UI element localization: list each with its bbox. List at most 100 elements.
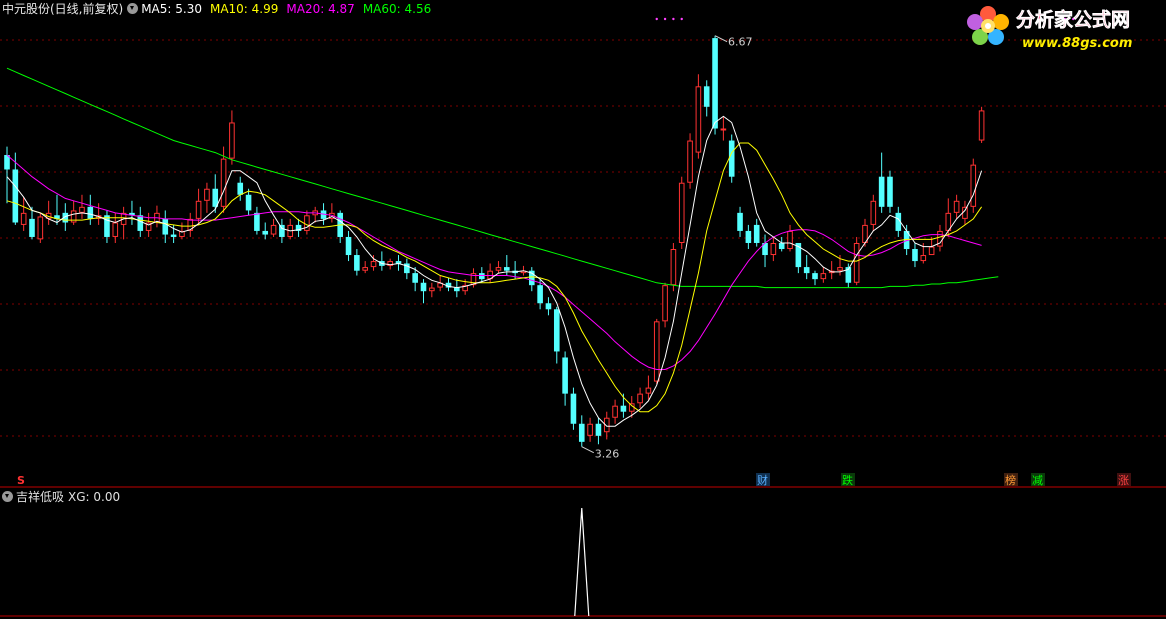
indicator-header: 吉祥低吸 XG: 0.00 xyxy=(2,490,120,504)
candle-body-up xyxy=(79,206,85,213)
candle-body-down xyxy=(712,38,718,129)
candle-body-up xyxy=(653,321,660,382)
event-badge: 涨 xyxy=(1118,474,1129,487)
candle xyxy=(545,297,552,316)
candle xyxy=(687,133,693,189)
candle-body-up xyxy=(370,261,377,268)
candle xyxy=(445,277,452,292)
candle xyxy=(312,206,319,223)
candle xyxy=(645,375,652,400)
candle xyxy=(703,80,710,117)
event-badge: 跌 xyxy=(842,473,853,487)
candle-body-down xyxy=(454,287,460,292)
candle-body-up xyxy=(770,242,777,256)
candle xyxy=(953,194,960,219)
candle xyxy=(379,251,385,271)
event-badge: 榜 xyxy=(1005,473,1016,487)
candle xyxy=(678,176,685,250)
candle xyxy=(254,206,260,235)
ma10-line xyxy=(6,142,983,413)
candle xyxy=(362,261,368,274)
candle-body-up xyxy=(787,230,793,250)
candle-body-up xyxy=(920,255,927,262)
candle-body-down xyxy=(12,169,19,223)
candle xyxy=(803,255,810,280)
candle xyxy=(812,270,818,286)
indicator-name: 吉祥低吸 xyxy=(16,490,65,504)
candle-body-down xyxy=(878,176,885,207)
candle xyxy=(737,206,743,237)
candle xyxy=(962,200,968,225)
marker-dot xyxy=(680,17,683,21)
candle xyxy=(728,134,735,183)
candle-body-down xyxy=(87,206,94,219)
candle xyxy=(87,194,94,225)
candle-body-down xyxy=(753,224,760,243)
candle xyxy=(753,218,760,247)
candle xyxy=(562,351,568,406)
candle-body-up xyxy=(612,405,618,418)
candle-body-up xyxy=(978,110,985,141)
event-badge: 减 xyxy=(1032,474,1043,487)
flower-icon xyxy=(967,6,1009,45)
candle-body-up xyxy=(229,122,235,159)
candle-body-down xyxy=(254,212,260,231)
candle-body-up xyxy=(204,188,210,201)
candle-body-down xyxy=(745,230,752,243)
candle-body-down xyxy=(237,182,244,195)
chart-app: { "header": { "stock_name": "中元股份(日线,前复权… xyxy=(0,0,1166,619)
brand-logo: 分析家公式网 www.88gs.com xyxy=(967,6,1132,51)
candle xyxy=(887,170,893,213)
event-badges: 财跌榜减涨 xyxy=(756,473,1131,487)
price-chart: 6.67 3.26 S 财 跌 榜 减 涨 xyxy=(0,17,1166,617)
candle-body-up xyxy=(662,285,668,322)
candle xyxy=(279,218,285,243)
candle xyxy=(229,110,235,165)
candle-body-up xyxy=(695,86,702,153)
grid-lines xyxy=(0,39,1166,437)
candle xyxy=(270,218,277,237)
candle-body-up xyxy=(20,212,27,225)
candle xyxy=(395,255,402,271)
candle xyxy=(187,212,194,237)
candle-body-down xyxy=(354,255,360,271)
indicator-dropdown-icon[interactable] xyxy=(2,491,13,502)
candle xyxy=(212,174,219,213)
candle-body-up xyxy=(220,158,227,207)
candle-body-up xyxy=(637,393,643,404)
candle xyxy=(720,116,727,141)
candle-body-down xyxy=(345,236,352,256)
candle xyxy=(404,258,410,280)
candle-body-up xyxy=(362,267,368,271)
candle xyxy=(454,279,460,298)
candle-body-up xyxy=(645,387,652,394)
candle-body-down xyxy=(570,393,577,424)
candle xyxy=(787,224,793,252)
brand-name: 分析家公式网 xyxy=(1016,8,1130,31)
candle-body-down xyxy=(29,218,35,237)
candle xyxy=(770,236,777,262)
candle-body-down xyxy=(504,267,510,271)
high-price-label: 6.67 xyxy=(728,36,753,49)
candle xyxy=(653,318,660,384)
marker-dot xyxy=(672,17,675,21)
candle-body-up xyxy=(837,267,843,271)
candle-body-up xyxy=(820,273,827,280)
candle xyxy=(479,267,485,283)
candle xyxy=(45,200,52,225)
candle xyxy=(120,206,127,240)
candle xyxy=(870,194,877,231)
candle-body-up xyxy=(853,242,860,283)
candle xyxy=(670,242,677,292)
candle xyxy=(828,261,835,280)
candle-body-down xyxy=(620,405,627,412)
candle xyxy=(129,200,135,225)
candle-body-down xyxy=(262,230,269,235)
candle-body-down xyxy=(887,176,893,207)
candle xyxy=(37,212,44,243)
candle xyxy=(304,210,310,235)
candle-body-down xyxy=(162,218,169,235)
candle xyxy=(204,182,210,213)
ma20-line xyxy=(6,154,982,370)
candle-body-down xyxy=(553,309,560,352)
